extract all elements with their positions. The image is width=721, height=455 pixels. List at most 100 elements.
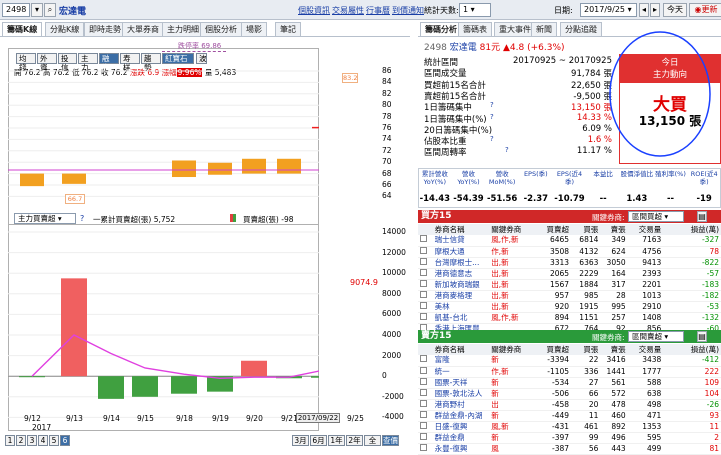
row-checkbox[interactable] bbox=[418, 355, 433, 366]
table-row[interactable]: 群益金鼎-內湖新 -449 11 460 471 93 bbox=[418, 410, 721, 421]
next-day-icon[interactable]: ▸ bbox=[650, 3, 660, 17]
right-tab-3[interactable]: 新聞 bbox=[531, 22, 557, 36]
range-button-2[interactable]: 1年 bbox=[328, 435, 345, 446]
row-checkbox[interactable] bbox=[418, 399, 433, 410]
checkbox-icon[interactable] bbox=[420, 290, 427, 298]
page-button-4[interactable]: 4 bbox=[38, 435, 48, 446]
table-row[interactable]: 群益金鼎 新 -397 99 496 595 2 bbox=[418, 432, 721, 443]
left-tab-6[interactable]: 場影 bbox=[241, 22, 267, 36]
row-checkbox[interactable] bbox=[418, 443, 433, 454]
right-tab-0[interactable]: 籌碼分析 bbox=[420, 22, 462, 36]
checkbox-icon[interactable] bbox=[420, 246, 427, 254]
page-button-3[interactable]: 3 bbox=[27, 435, 37, 446]
right-tab-2[interactable]: 重大事件 bbox=[494, 22, 536, 36]
row-checkbox[interactable] bbox=[418, 388, 433, 399]
range-button-1[interactable]: 6月 bbox=[310, 435, 327, 446]
row-checkbox[interactable] bbox=[418, 268, 433, 279]
left-tab-5[interactable]: 個股分析 bbox=[200, 22, 242, 36]
table-row[interactable]: 統一 作,新 -1105 336 1441 1777 222 bbox=[418, 366, 721, 377]
row-checkbox[interactable] bbox=[418, 410, 433, 421]
row-checkbox[interactable] bbox=[418, 235, 433, 246]
dropdown-arrow-icon[interactable]: ▾ bbox=[31, 3, 43, 17]
help-icon[interactable]: ? bbox=[490, 101, 494, 109]
row-checkbox[interactable] bbox=[418, 246, 433, 257]
page-button-1[interactable]: 1 bbox=[5, 435, 15, 446]
checkbox-icon[interactable] bbox=[420, 366, 427, 374]
days-select[interactable]: 1 ▾ bbox=[459, 3, 491, 17]
row-checkbox[interactable] bbox=[418, 312, 433, 323]
link-stock-info[interactable]: 個股資訊 bbox=[298, 5, 330, 16]
sell15-btn-icon[interactable]: ▤ bbox=[697, 331, 707, 342]
checkbox-icon[interactable] bbox=[420, 399, 427, 407]
checkbox-icon[interactable] bbox=[420, 388, 427, 396]
checkbox-icon[interactable] bbox=[420, 268, 427, 276]
row-checkbox[interactable] bbox=[418, 432, 433, 443]
table-row[interactable]: 新加坡商瑞銀 出,新 1567 1884 317 2201 -183 bbox=[418, 279, 721, 290]
table-row[interactable]: 國票-敦北法人新 -506 66 572 638 104 bbox=[418, 388, 721, 399]
table-row[interactable]: 摩根大通 作,新 3508 4132 624 4756 78 bbox=[418, 246, 721, 257]
checkbox-icon[interactable] bbox=[420, 257, 427, 265]
row-checkbox[interactable] bbox=[418, 366, 433, 377]
volume-tick: 4000 bbox=[382, 330, 402, 339]
row-checkbox[interactable] bbox=[418, 290, 433, 301]
left-tab-2[interactable]: 即時走勢 bbox=[84, 22, 126, 36]
checkbox-icon[interactable] bbox=[420, 443, 427, 451]
sell15-select[interactable]: 區間賣超 ▾ bbox=[628, 331, 684, 342]
row-checkbox[interactable] bbox=[418, 421, 433, 432]
update-button[interactable]: ◉更新 bbox=[689, 3, 721, 17]
table-row[interactable]: 凱基-台北 風,作,新 894 1151 257 1408 -132 bbox=[418, 312, 721, 323]
left-tab-4[interactable]: 主力明細 bbox=[162, 22, 204, 36]
link-price-alert[interactable]: 到價通知 bbox=[392, 5, 424, 16]
right-tab-4[interactable]: 分點追蹤 bbox=[560, 22, 602, 36]
left-tab-1[interactable]: 分點K線 bbox=[45, 22, 85, 36]
search-icon[interactable]: ⌕ bbox=[44, 3, 56, 17]
help-icon[interactable]: ? bbox=[505, 146, 509, 154]
range-button-4[interactable]: 全 bbox=[364, 435, 381, 446]
table-row[interactable]: 美林 出,新 920 1915 995 2910 -53 bbox=[418, 301, 721, 312]
row-checkbox[interactable] bbox=[418, 279, 433, 290]
link-trade-attr[interactable]: 交易屬性 bbox=[332, 5, 364, 16]
checkbox-icon[interactable] bbox=[420, 235, 427, 243]
checkbox-icon[interactable] bbox=[420, 432, 427, 440]
indicator-select[interactable]: 主力買賣超 ▾ bbox=[14, 213, 76, 224]
stock-code-input[interactable]: 2498 bbox=[2, 3, 30, 17]
range-button-5[interactable]: 查價 bbox=[382, 435, 399, 446]
prev-day-icon[interactable]: ◂ bbox=[639, 3, 649, 17]
range-button-0[interactable]: 3月 bbox=[292, 435, 309, 446]
range-button-3[interactable]: 2年 bbox=[346, 435, 363, 446]
table-row[interactable]: 瑞士信貸 風,作,新 6465 6814 349 7163 -327 bbox=[418, 235, 721, 246]
table-row[interactable]: 永豐-復興 風 -387 56 443 499 81 bbox=[418, 443, 721, 454]
table-row[interactable]: 港商野村 出 -458 20 478 498 -26 bbox=[418, 399, 721, 410]
checkbox-icon[interactable] bbox=[420, 377, 427, 385]
table-row[interactable]: 富隆 新 -3394 22 3416 3438 -412 bbox=[418, 355, 721, 366]
left-tab-3[interactable]: 大單券商 bbox=[122, 22, 164, 36]
buy15-select[interactable]: 區間買超 ▾ bbox=[628, 211, 684, 222]
today-button[interactable]: 今天 bbox=[663, 3, 687, 17]
table-row[interactable]: 港商德意志 出,新 2065 2229 164 2393 -57 bbox=[418, 268, 721, 279]
table-row[interactable]: 港商麥格理 出,新 957 985 28 1013 -182 bbox=[418, 290, 721, 301]
page-button-5[interactable]: 5 bbox=[49, 435, 59, 446]
link-calendar[interactable]: 行事曆 bbox=[366, 5, 390, 16]
checkbox-icon[interactable] bbox=[420, 410, 427, 418]
right-tab-1[interactable]: 籌碼表 bbox=[458, 22, 492, 36]
page-button-2[interactable]: 2 bbox=[16, 435, 26, 446]
row-checkbox[interactable] bbox=[418, 377, 433, 388]
checkbox-icon[interactable] bbox=[420, 279, 427, 287]
checkbox-icon[interactable] bbox=[420, 301, 427, 309]
table-row[interactable]: 日盛-復興 風,新 -431 461 892 1353 11 bbox=[418, 421, 721, 432]
table-row[interactable]: 國票-天祥 新 -534 27 561 588 109 bbox=[418, 377, 721, 388]
table-row[interactable]: 台灣摩根士... 出,新 3313 6363 3050 9413 -822 bbox=[418, 257, 721, 268]
help-icon[interactable]: ? bbox=[490, 113, 494, 121]
left-tab-7[interactable]: 筆記 bbox=[275, 22, 301, 36]
checkbox-icon[interactable] bbox=[420, 355, 427, 363]
row-checkbox[interactable] bbox=[418, 257, 433, 268]
help-icon[interactable]: ? bbox=[80, 214, 84, 223]
row-checkbox[interactable] bbox=[418, 301, 433, 312]
checkbox-icon[interactable] bbox=[420, 312, 427, 320]
checkbox-icon[interactable] bbox=[420, 421, 427, 429]
buy15-btn-icon[interactable]: ▤ bbox=[697, 211, 707, 222]
date-input[interactable]: 2017/9/25 ▾ bbox=[580, 3, 637, 17]
left-tab-0[interactable]: 籌碼K線 bbox=[2, 22, 43, 36]
help-icon[interactable]: ? bbox=[490, 135, 494, 143]
page-button-6[interactable]: 6 bbox=[60, 435, 70, 446]
